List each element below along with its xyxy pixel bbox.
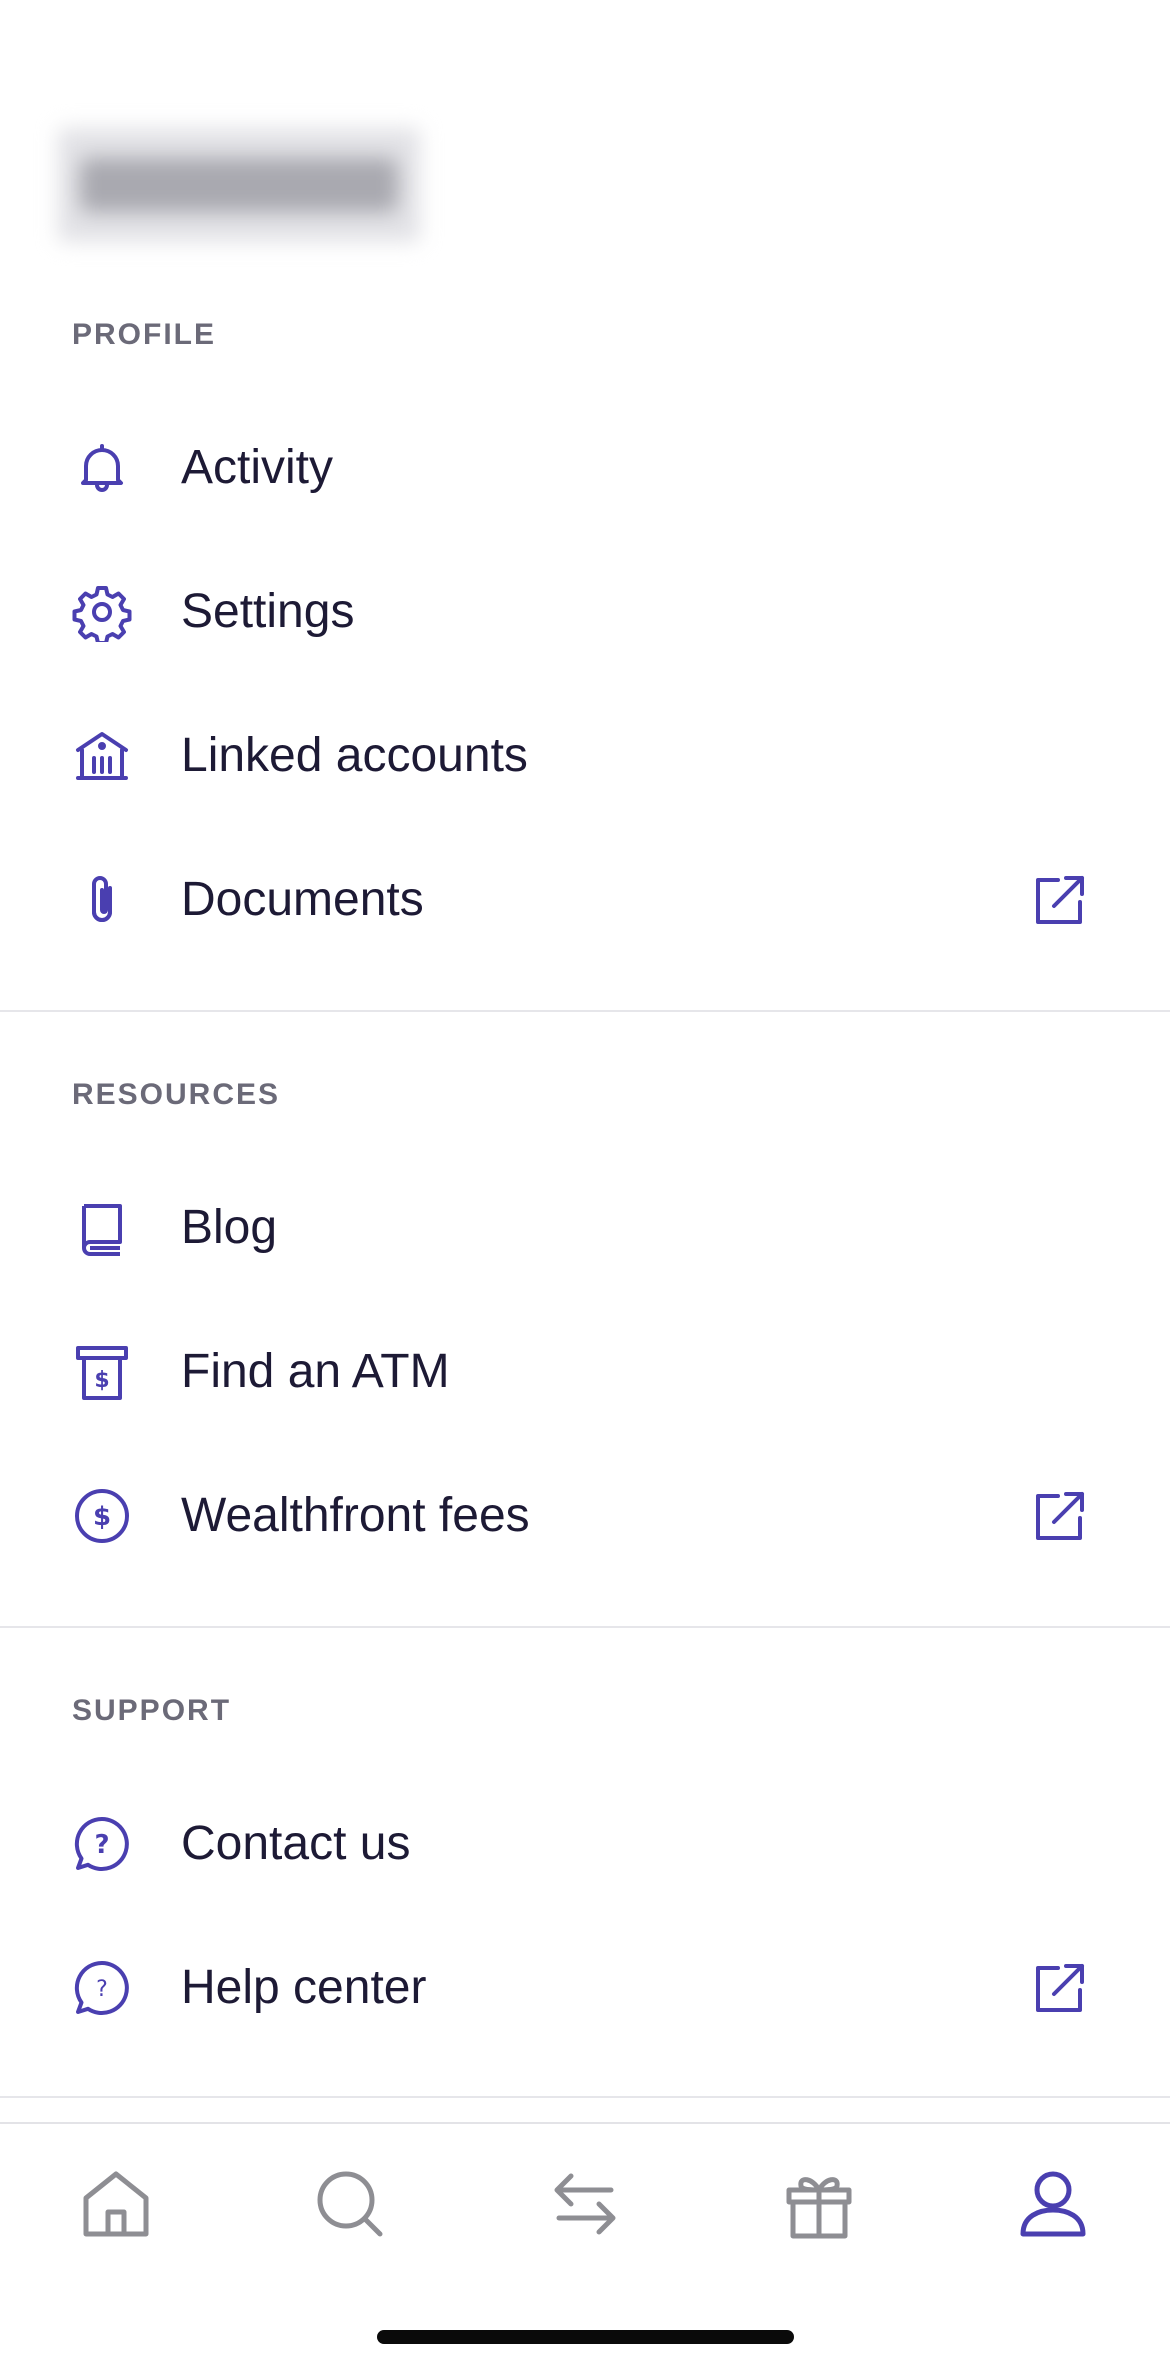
gift-icon: [786, 2177, 852, 2239]
menu-item-documents[interactable]: Documents: [0, 840, 1170, 960]
bank-icon: [72, 726, 132, 786]
dollar-circle-icon: $: [72, 1486, 132, 1546]
account-screen: PROFILE Activity Settings Linked account…: [0, 0, 1170, 2374]
menu-item-settings[interactable]: Settings: [0, 552, 1170, 672]
menu-label: Linked accounts: [181, 729, 528, 782]
paperclip-icon: [72, 870, 132, 930]
menu-item-contact-us[interactable]: ? Contact us: [0, 1784, 1170, 1904]
menu-label: Help center: [181, 1961, 427, 2014]
menu-item-activity[interactable]: Activity: [0, 408, 1170, 528]
question-chat-icon: ?: [72, 1958, 132, 2018]
menu-label: Documents: [181, 873, 424, 926]
menu-label: Find an ATM: [181, 1345, 450, 1398]
external-link-icon: [1032, 1488, 1088, 1544]
atm-icon: $: [72, 1342, 132, 1402]
search-icon: [317, 2171, 383, 2237]
user-name-blurred: [58, 128, 420, 242]
svg-text:?: ?: [94, 1830, 109, 1860]
section-label-support: SUPPORT: [72, 1694, 232, 1727]
section-label-profile: PROFILE: [72, 318, 217, 351]
section-divider: [0, 1626, 1170, 1628]
home-indicator: [377, 2330, 794, 2344]
book-icon: [72, 1198, 132, 1258]
external-link-icon: [1032, 872, 1088, 928]
tab-search[interactable]: [310, 2164, 390, 2244]
menu-item-help-center[interactable]: ? Help center: [0, 1928, 1170, 2048]
svg-text:?: ?: [96, 1977, 108, 2002]
section-divider: [0, 1010, 1170, 1012]
person-icon: [1020, 2171, 1086, 2237]
question-chat-icon: ?: [72, 1814, 132, 1874]
menu-item-linked-accounts[interactable]: Linked accounts: [0, 696, 1170, 816]
transfer-arrows-icon: [554, 2173, 616, 2235]
menu-item-find-atm[interactable]: $ Find an ATM: [0, 1312, 1170, 1432]
section-divider: [0, 2096, 1170, 2098]
menu-item-wealthfront-fees[interactable]: $ Wealthfront fees: [0, 1456, 1170, 1576]
bell-icon: [72, 438, 132, 498]
external-link-icon: [1032, 1960, 1088, 2016]
menu-label: Settings: [181, 585, 355, 638]
menu-label: Contact us: [181, 1817, 411, 1870]
tab-home[interactable]: [76, 2164, 156, 2244]
tab-rewards[interactable]: [779, 2164, 859, 2244]
tab-profile[interactable]: [1013, 2164, 1093, 2244]
svg-text:$: $: [94, 1368, 109, 1393]
tab-transfer[interactable]: [545, 2164, 625, 2244]
svg-text:$: $: [93, 1502, 111, 1532]
menu-label: Wealthfront fees: [181, 1489, 530, 1542]
home-icon: [83, 2171, 149, 2237]
menu-label: Activity: [181, 441, 334, 494]
section-label-resources: RESOURCES: [72, 1078, 281, 1111]
menu-label: Blog: [181, 1201, 278, 1254]
gear-icon: [72, 582, 132, 642]
menu-item-blog[interactable]: Blog: [0, 1168, 1170, 1288]
